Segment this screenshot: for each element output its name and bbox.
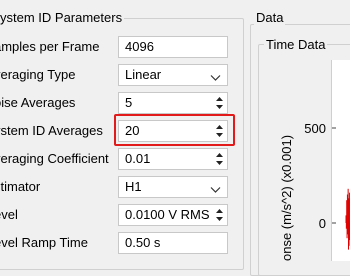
level-ramp-time-label: evel Ramp Time xyxy=(0,235,88,250)
estimator-dropdown[interactable]: H1 xyxy=(118,176,228,198)
averaging-type-label: veraging Type xyxy=(0,67,76,82)
system-id-averages-label: ystem ID Averages xyxy=(0,123,103,138)
chevron-down-icon xyxy=(210,69,221,81)
noise-averages-field[interactable]: 5 xyxy=(118,92,228,114)
level-value: 0.0100 V RMS xyxy=(125,207,210,222)
averaging-coefficient-field[interactable]: 0.01 xyxy=(118,148,228,170)
spinner-arrows-icon[interactable] xyxy=(214,207,225,223)
level-field[interactable]: 0.0100 V RMS xyxy=(118,204,228,226)
chevron-down-icon xyxy=(210,181,221,193)
averaging-type-value: Linear xyxy=(125,67,162,82)
system-id-parameters-title: ystem ID Parameters xyxy=(0,10,125,25)
averaging-type-dropdown[interactable]: Linear xyxy=(118,64,228,86)
estimator-value: H1 xyxy=(125,179,142,194)
noise-averages-value: 5 xyxy=(125,95,133,110)
samples-per-frame-field[interactable]: 4096 xyxy=(118,36,228,58)
time-data-plot xyxy=(331,60,350,261)
samples-per-frame-label: amples per Frame xyxy=(0,39,100,54)
averaging-coefficient-label: veraging Coefficient xyxy=(0,151,109,166)
spinner-arrows-icon[interactable] xyxy=(214,95,225,111)
averaging-coefficient-value: 0.01 xyxy=(125,151,151,166)
y-axis-label: onse (m/s^2) (x0.001) xyxy=(279,134,294,261)
noise-averages-label: oise Averages xyxy=(0,95,76,110)
data-group-title: Data xyxy=(254,10,286,25)
estimator-label: stimator xyxy=(0,179,41,194)
highlight-box xyxy=(114,114,235,146)
level-ramp-time-field[interactable]: 0.50 s xyxy=(118,232,228,254)
y-tick-label-0: 0 xyxy=(318,216,326,231)
samples-per-frame-value: 4096 xyxy=(125,39,154,54)
level-label: evel xyxy=(0,207,18,222)
time-data-title: Time Data xyxy=(264,37,328,52)
level-ramp-time-value: 0.50 s xyxy=(125,235,161,250)
y-tick-label-500: 500 xyxy=(304,121,326,136)
spinner-arrows-icon[interactable] xyxy=(214,151,225,167)
time-data-signal xyxy=(332,127,350,250)
